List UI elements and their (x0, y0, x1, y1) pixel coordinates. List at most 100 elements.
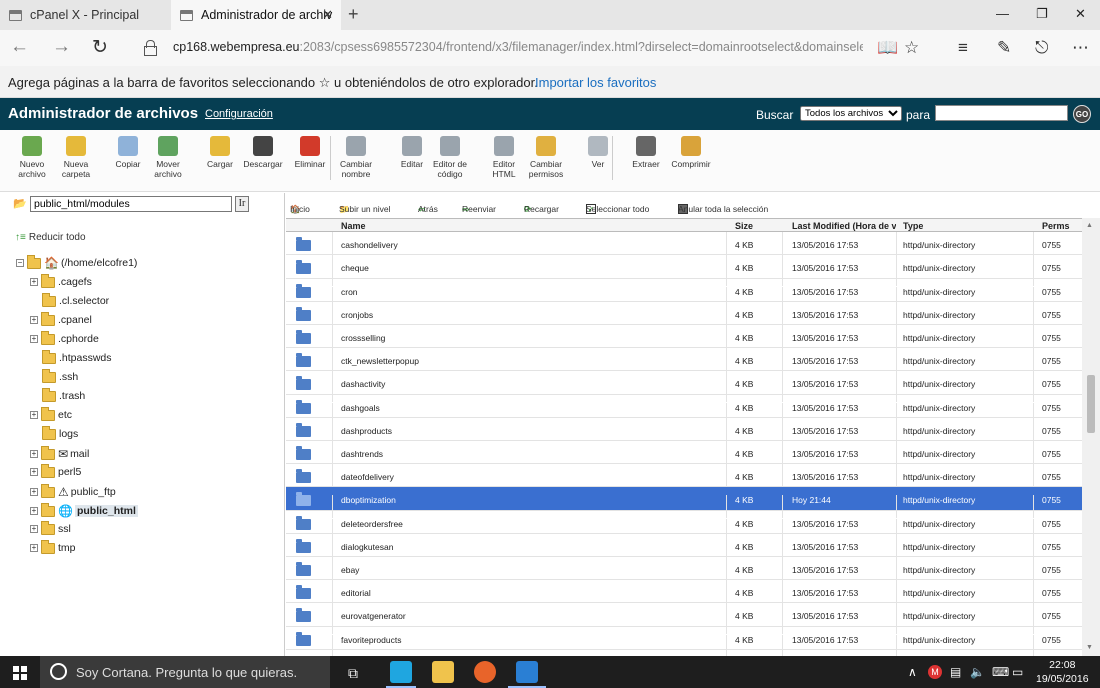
expand-toggle-icon[interactable]: + (30, 450, 38, 458)
scroll-down-icon[interactable]: ▼ (1086, 644, 1093, 651)
file-row[interactable]: ebay 4 KB 13/05/2016 17:53 httpd/unix-direc… (286, 557, 1082, 588)
tree-item-ssh[interactable]: .ssh (42, 368, 78, 383)
toolbar-button-code-editor[interactable]: Editor de código (430, 136, 470, 179)
tree-item-tmp[interactable]: + tmp (30, 539, 76, 554)
toolbar-button-permissions[interactable]: Cambiar permisos (526, 136, 566, 179)
tree-item-cpanel[interactable]: + .cpanel (30, 311, 92, 326)
file-row[interactable]: deleteordersfree 4 KB 13/05/2016 17:53 http… (286, 511, 1082, 542)
toolbar-button-extract[interactable]: Extraer (626, 136, 666, 169)
tree-item-cphorde[interactable]: + .cphorde (30, 330, 99, 345)
antivirus-icon[interactable]: M (928, 665, 942, 679)
tree-item-cl-selector[interactable]: .cl.selector (42, 292, 109, 307)
column-modified[interactable]: Last Modified (Hora de v (792, 221, 896, 231)
tree-root[interactable]: − 🏠 (/home/elcofre1) (16, 254, 137, 270)
collapse-all-link[interactable]: ↑≡ Reducir todo (15, 232, 86, 243)
new-tab-button[interactable]: + (348, 4, 359, 25)
file-row[interactable]: dashproducts 4 KB 13/05/2016 17:53 httpd/un… (286, 418, 1082, 449)
file-row[interactable]: cronjobs 4 KB 13/05/2016 17:53 httpd/unix-d… (286, 302, 1082, 333)
search-scope-select[interactable]: Todos los archivos (800, 106, 902, 121)
firefox-icon[interactable] (474, 661, 496, 683)
expand-toggle-icon[interactable]: + (30, 468, 38, 476)
file-row[interactable]: cron 4 KB 13/05/2016 17:53 httpd/unix-direc… (286, 279, 1082, 310)
network-icon[interactable]: ▤ (950, 665, 961, 679)
file-explorer-icon[interactable] (432, 661, 454, 683)
close-tab-icon[interactable]: ✕ (322, 7, 333, 23)
favorite-star-icon[interactable]: ☆ (904, 38, 919, 58)
tree-item-public-ftp[interactable]: + ⚠ public_ftp (30, 483, 116, 499)
file-row[interactable]: cashondelivery 4 KB 13/05/2016 17:53 httpd/… (286, 232, 1082, 264)
column-type[interactable]: Type (903, 221, 923, 231)
toolbar-button-compress[interactable]: Comprimir (668, 136, 714, 169)
column-name[interactable]: Name (341, 221, 366, 231)
expand-toggle-icon[interactable]: + (30, 278, 38, 286)
refresh-icon[interactable]: ↻ (92, 36, 108, 59)
file-row[interactable]: ctk_newsletterpopup 4 KB 13/05/2016 17:53 h… (286, 348, 1082, 380)
back-arrow-icon[interactable]: ← (10, 36, 29, 58)
tree-item-public-html[interactable]: + 🌐 public_html (30, 502, 138, 518)
tab-file-manager[interactable]: Administrador de archiv ✕ (171, 0, 341, 30)
expand-toggle-icon[interactable]: + (30, 507, 38, 515)
scroll-up-icon[interactable]: ▲ (1086, 222, 1093, 229)
tree-item-trash[interactable]: .trash (42, 387, 85, 402)
skype-icon[interactable] (390, 661, 412, 683)
toolbar-button-delete[interactable]: Eliminar (290, 136, 330, 169)
panel-divider[interactable] (284, 193, 285, 656)
show-hidden-icons-icon[interactable]: ∧ (908, 665, 917, 679)
scroll-thumb[interactable] (1087, 375, 1095, 433)
expand-toggle-icon[interactable]: + (30, 488, 38, 496)
toolbar-button-download[interactable]: Descargar (240, 136, 286, 169)
system-clock[interactable]: 22:08 19/05/2016 (1036, 658, 1089, 686)
toolbar-button-rename[interactable]: Cambiar nombre (336, 136, 376, 179)
tree-item-perl5[interactable]: + perl5 (30, 463, 81, 478)
toolbar-button-new-folder[interactable]: Nueva carpeta (56, 136, 96, 179)
file-row[interactable]: eurovatgenerator 4 KB 13/05/2016 17:53 http… (286, 603, 1082, 635)
go-button[interactable]: GO (1073, 105, 1091, 123)
web-note-icon[interactable]: ✎ (997, 38, 1011, 58)
keyboard-icon[interactable]: ⌨ (992, 665, 1009, 679)
notifications-icon[interactable]: ▭ (1012, 665, 1023, 679)
hub-icon[interactable]: ≡ (958, 38, 968, 58)
toolbar-button-move[interactable]: Mover archivo (148, 136, 188, 179)
toolbar-button-html-editor[interactable]: Editor HTML (484, 136, 524, 179)
cortana-search-box[interactable]: Soy Cortana. Pregunta lo que quieras. (40, 656, 330, 688)
reading-view-icon[interactable]: 📖 (877, 38, 898, 58)
file-row[interactable]: dashgoals 4 KB 13/05/2016 17:53 httpd/unix-… (286, 395, 1082, 426)
expand-toggle-icon[interactable]: + (30, 544, 38, 552)
close-window-icon[interactable]: ✕ (1075, 6, 1086, 22)
share-icon[interactable]: ⎋ (1035, 38, 1048, 58)
collapse-toggle-icon[interactable]: − (16, 259, 24, 267)
path-input[interactable] (30, 196, 232, 212)
tree-item-logs[interactable]: logs (42, 425, 78, 440)
more-icon[interactable]: ⋯ (1072, 38, 1089, 58)
go-path-button[interactable]: Ir (235, 196, 249, 212)
minimize-icon[interactable]: — (996, 6, 1009, 21)
column-size[interactable]: Size (735, 221, 753, 231)
toolbar-button-edit[interactable]: Editar (392, 136, 432, 169)
url-field[interactable]: cp168.webempresa.eu:2083/cpsess698557230… (173, 40, 863, 54)
file-row[interactable]: favoriteproducts 4 KB 13/05/2016 17:53 http… (286, 627, 1082, 656)
tree-item-mail[interactable]: + ✉ mail (30, 445, 89, 461)
file-row[interactable]: cheque 4 KB 13/05/2016 17:53 httpd/unix-dir… (286, 255, 1082, 287)
forward-arrow-icon[interactable]: → (52, 36, 71, 58)
vertical-scrollbar[interactable]: ▲ ▼ (1082, 218, 1100, 656)
file-row[interactable]: dashactivity 4 KB 13/05/2016 17:53 httpd/un… (286, 371, 1082, 403)
tree-item-etc[interactable]: + etc (30, 406, 72, 421)
expand-toggle-icon[interactable]: + (30, 316, 38, 324)
windows-start-icon[interactable] (13, 666, 27, 680)
file-row[interactable]: dboptimization 4 KB Hoy 21:44 httpd/unix-di… (286, 487, 1082, 519)
expand-toggle-icon[interactable]: + (30, 411, 38, 419)
volume-icon[interactable]: 🔈 (970, 665, 985, 679)
tree-item-ssl[interactable]: + ssl (30, 520, 71, 535)
file-row[interactable]: editorial 4 KB 13/05/2016 17:53 httpd/unix-… (286, 580, 1082, 612)
toolbar-button-copy[interactable]: Copiar (108, 136, 148, 169)
expand-toggle-icon[interactable]: + (30, 335, 38, 343)
tree-item-cagefs[interactable]: + .cagefs (30, 273, 92, 288)
settings-link[interactable]: Configuración (205, 108, 273, 120)
search-input[interactable] (935, 105, 1068, 121)
tab-cpanel[interactable]: cPanel X - Principal (0, 0, 170, 30)
file-row[interactable]: dashtrends 4 KB 13/05/2016 17:53 httpd/unix… (286, 441, 1082, 472)
file-row[interactable]: dialogkutesan 4 KB 13/05/2016 17:53 httpd/u… (286, 534, 1082, 565)
column-perms[interactable]: Perms (1042, 221, 1070, 231)
expand-toggle-icon[interactable]: + (30, 525, 38, 533)
file-row[interactable]: dateofdelivery 4 KB 13/05/2016 17:53 httpd/… (286, 464, 1082, 496)
